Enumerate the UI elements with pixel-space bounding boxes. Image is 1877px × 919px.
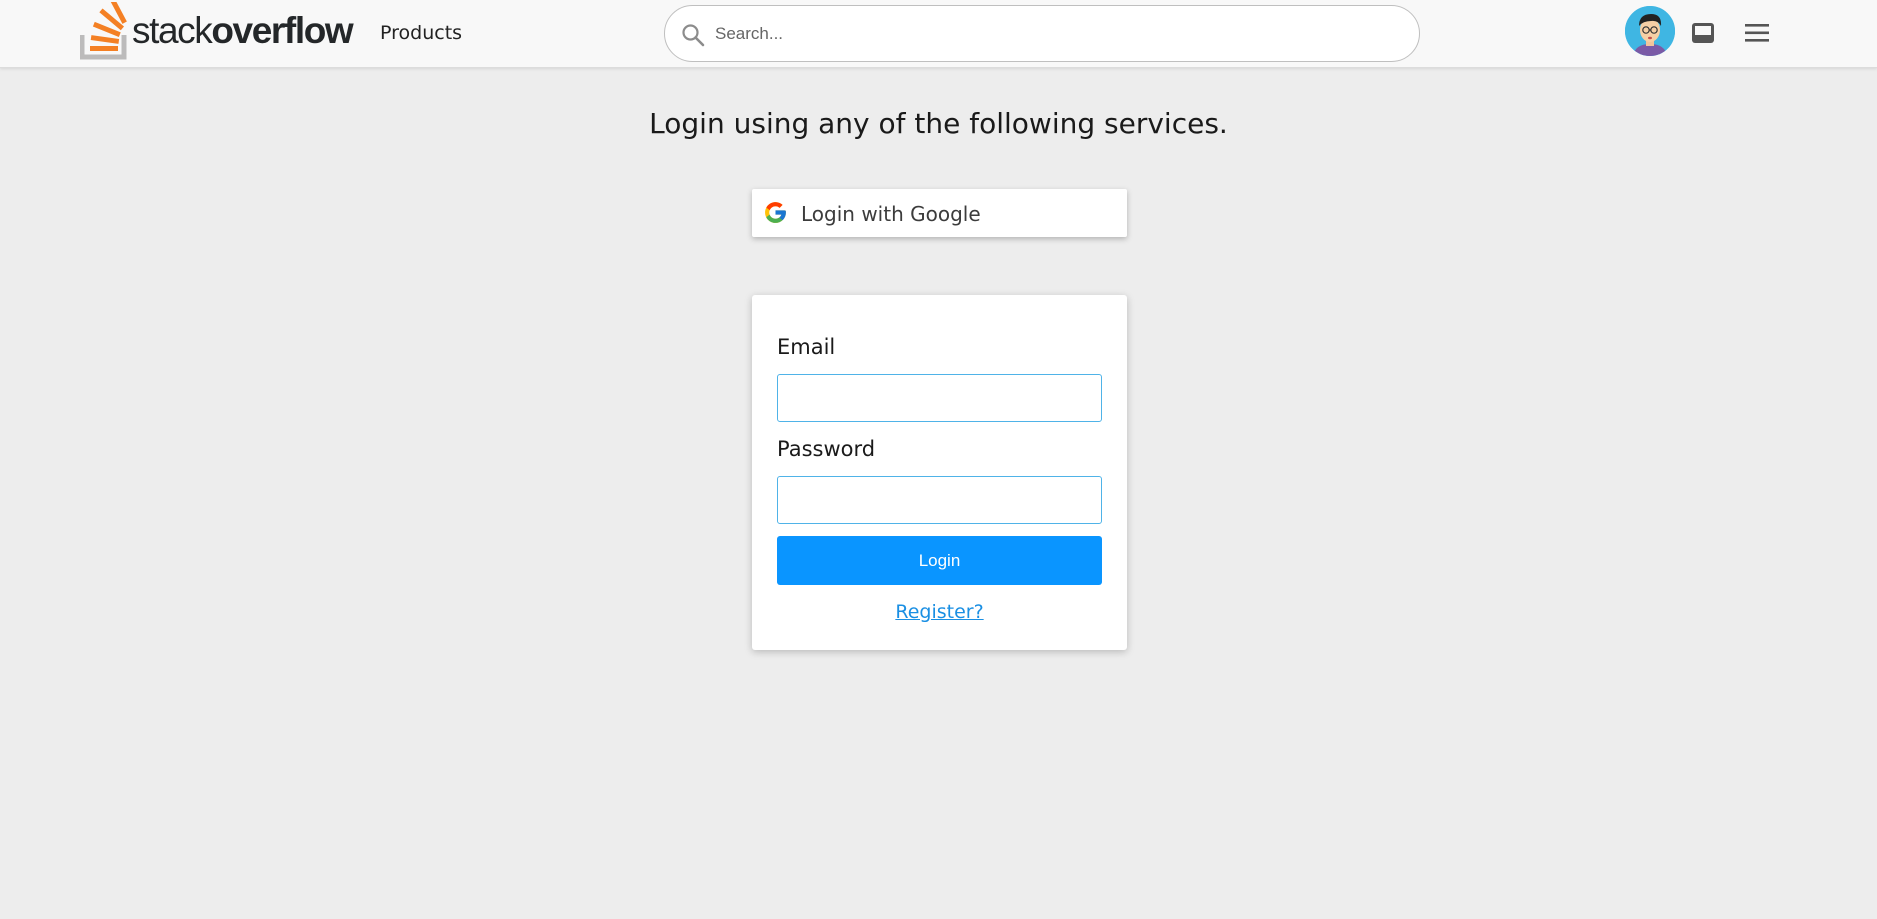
user-avatar-icon xyxy=(1625,6,1675,56)
login-with-google-button[interactable]: Login with Google xyxy=(752,189,1127,237)
search-bar[interactable] xyxy=(664,5,1420,62)
page-title: Login using any of the following service… xyxy=(649,107,1228,140)
avatar[interactable] xyxy=(1625,6,1675,56)
register-link[interactable]: Register? xyxy=(752,601,1127,623)
search-icon xyxy=(682,24,705,47)
products-link[interactable]: Products xyxy=(380,22,462,44)
password-label: Password xyxy=(777,437,876,461)
logo-wordmark: stackoverflow xyxy=(132,10,354,52)
search-input[interactable] xyxy=(715,18,1395,50)
inbox-tray-icon xyxy=(1692,23,1714,43)
logo-word-overflow: overflow xyxy=(211,10,353,51)
login-form-card: Email Password Login Register? xyxy=(752,295,1127,650)
menu-lines-icon xyxy=(1745,24,1769,42)
password-field[interactable] xyxy=(777,476,1102,524)
google-icon xyxy=(765,202,786,223)
google-button-label: Login with Google xyxy=(801,202,981,226)
email-label: Email xyxy=(777,335,836,359)
stackoverflow-logo[interactable]: stackoverflow xyxy=(80,2,360,60)
login-button[interactable]: Login xyxy=(777,536,1102,585)
top-navigation-bar: stackoverflow Products xyxy=(0,0,1877,68)
hamburger-menu-icon[interactable] xyxy=(1744,22,1770,48)
inbox-icon[interactable] xyxy=(1690,21,1716,49)
stack-logo-icon xyxy=(80,2,127,60)
logo-word-stack: stack xyxy=(132,10,213,51)
email-field[interactable] xyxy=(777,374,1102,422)
